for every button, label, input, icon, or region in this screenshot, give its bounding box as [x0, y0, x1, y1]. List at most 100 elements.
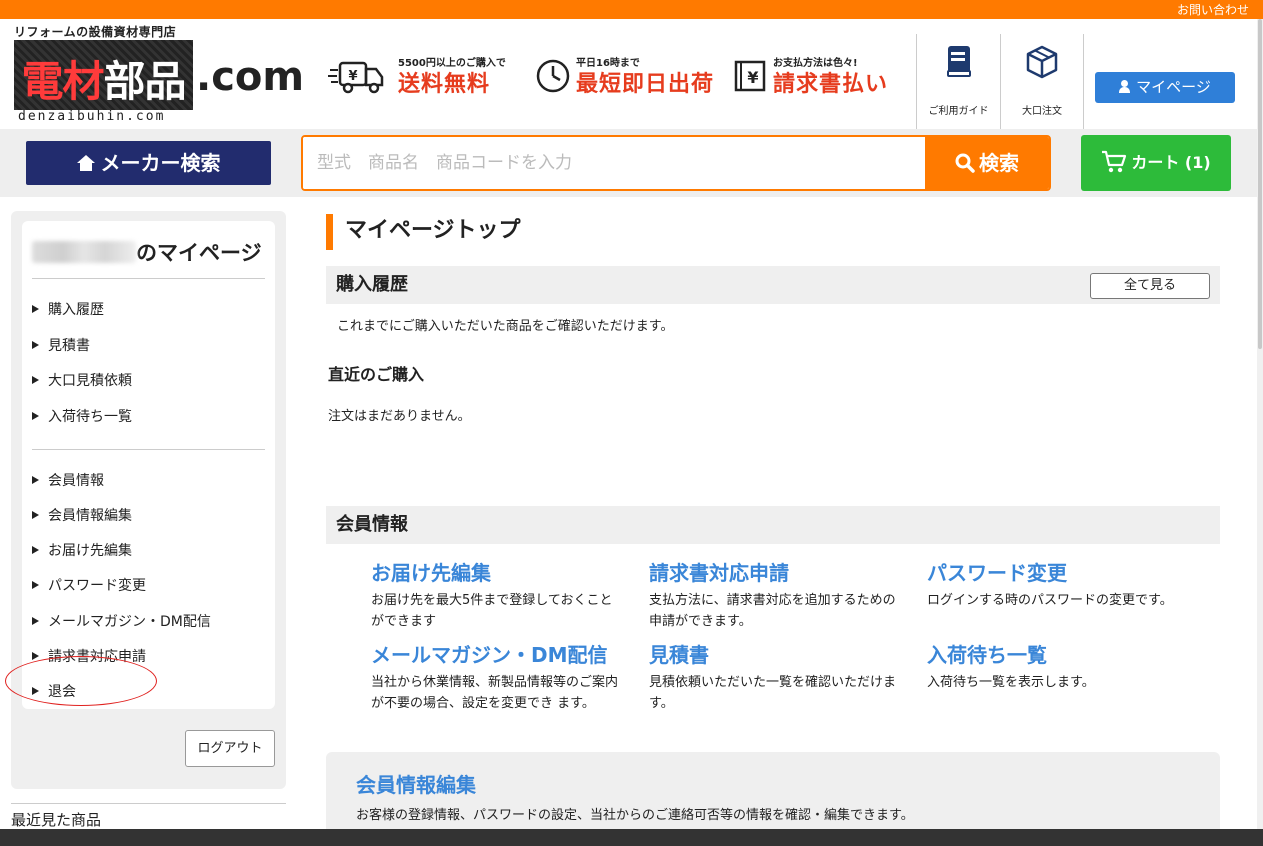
sidebar-item-password[interactable]: パスワード変更: [32, 575, 262, 597]
clock-icon: [536, 59, 570, 93]
divider: [32, 449, 265, 450]
scrollbar-thumb[interactable]: [1258, 19, 1262, 349]
search-box: 検索: [301, 135, 1051, 191]
member-edit-link[interactable]: 会員情報編集: [356, 769, 476, 798]
card-title-link[interactable]: お届け先編集: [371, 560, 621, 586]
footer-bar: [0, 829, 1263, 846]
member-info-heading: 会員情報: [336, 514, 408, 535]
sidebar-item-purchase-history[interactable]: 購入履歴: [32, 299, 262, 321]
annotation-circle: [5, 656, 157, 706]
cart-icon: [1102, 150, 1127, 173]
invoice-yen-icon: ¥: [734, 60, 766, 92]
scrollbar[interactable]: [1257, 19, 1263, 829]
search-icon: [955, 153, 975, 173]
card-estimates: 見積書 見積依頼いただいた一覧を確認いただけます。: [649, 642, 899, 714]
purchase-history-header: 購入履歴 全て見る: [326, 266, 1220, 304]
card-title-link[interactable]: パスワード変更: [927, 560, 1177, 586]
contact-link[interactable]: お問い合わせ: [1177, 1, 1249, 18]
card-backorder: 入荷待ち一覧 入荷待ち一覧を表示します。: [927, 642, 1177, 693]
recent-purchase-heading: 直近のご購入: [328, 365, 425, 384]
cart-label: カート (1): [1131, 153, 1211, 172]
sidebar-item-backorder-list[interactable]: 入荷待ち一覧: [32, 406, 262, 428]
sidebar-item-mail-magazine[interactable]: メールマガジン・DM配信: [32, 611, 262, 633]
card-title-link[interactable]: メールマガジン・DM配信: [371, 642, 621, 668]
mypage-button[interactable]: マイページ: [1095, 72, 1235, 103]
feature-big-text: 請求書払い: [773, 72, 889, 97]
logo-text-red: 電材: [21, 57, 104, 106]
card-password: パスワード変更 ログインする時のパスワードの変更です。: [927, 560, 1177, 611]
triangle-right-icon: [32, 305, 39, 313]
feature-same-day: 平日16時まで 最短即日出荷: [535, 52, 725, 102]
card-title-link[interactable]: 入荷待ち一覧: [927, 642, 1177, 668]
logo-text-white: 部品: [103, 57, 187, 106]
page-title: マイページトップ: [326, 214, 521, 250]
card-invoice-request: 請求書対応申請 支払方法に、請求書対応を追加するための申請ができます。: [649, 560, 899, 632]
cart-button[interactable]: カート (1): [1081, 135, 1231, 191]
box-icon: [1026, 45, 1058, 79]
top-bar: お問い合わせ: [0, 0, 1263, 19]
card-desc: お届け先を最大5件まで登録しておくことができます: [371, 593, 613, 629]
card-desc: 見積依頼いただいた一覧を確認いただけます。: [649, 675, 897, 711]
svg-text:¥: ¥: [348, 69, 357, 84]
sidebar-item-member-info[interactable]: 会員情報: [32, 470, 262, 492]
home-icon: [76, 155, 95, 171]
triangle-right-icon: [32, 376, 39, 384]
search-button[interactable]: 検索: [925, 137, 1049, 189]
guide-link[interactable]: ご利用ガイド: [916, 34, 1000, 130]
member-edit-desc: お客様の登録情報、パスワードの設定、当社からのご連絡可否等の情報を確認・編集でき…: [356, 808, 914, 823]
triangle-right-icon: [32, 652, 39, 660]
triangle-right-icon: [32, 546, 39, 554]
feature-invoice: ¥ お支払方法は色々! 請求書払い: [733, 52, 893, 102]
user-icon: [1119, 80, 1131, 93]
book-icon: [946, 46, 971, 77]
logo-com: .com: [196, 54, 305, 100]
divider: [11, 803, 286, 804]
feature-free-shipping: ¥ 5500円以上のご購入で 送料無料: [328, 52, 528, 102]
maker-search-button[interactable]: メーカー検索: [26, 141, 271, 185]
svg-text:¥: ¥: [747, 68, 758, 87]
purchase-history-desc: これまでにご購入いただいた商品をご確認いただけます。: [337, 319, 674, 334]
recently-viewed-heading: 最近見た商品: [11, 811, 102, 829]
sidebar-menu: のマイページ 購入履歴 見積書 大口見積依頼 入荷待ち一覧 会員情報 会員情報編…: [22, 221, 275, 709]
truck-yen-icon: ¥: [328, 61, 384, 94]
card-desc: 入荷待ち一覧を表示します。: [927, 675, 1095, 690]
search-bar-row: メーカー検索 検索 カート (1): [0, 129, 1263, 197]
card-title-link[interactable]: 見積書: [649, 642, 899, 668]
feature-big-text: 送料無料: [398, 72, 491, 97]
card-desc: 当社から休業情報、新製品情報等のご案内が不要の場合、設定を変更でき ます。: [371, 675, 619, 711]
triangle-right-icon: [32, 511, 39, 519]
maker-search-label: メーカー検索: [100, 151, 221, 175]
sidebar-item-bulk-estimate[interactable]: 大口見積依頼: [32, 370, 262, 392]
purchase-history-heading: 購入履歴: [336, 274, 408, 295]
bulk-order-label: 大口注文: [1022, 106, 1062, 117]
sidebar-item-estimates[interactable]: 見積書: [32, 335, 262, 357]
logo[interactable]: 電材部品: [14, 40, 193, 110]
triangle-right-icon: [32, 412, 39, 420]
see-all-button[interactable]: 全て見る: [1090, 273, 1210, 299]
blurred-user-name: [32, 241, 136, 263]
triangle-right-icon: [32, 341, 39, 349]
card-desc: 支払方法に、請求書対応を追加するための申請ができます。: [649, 593, 896, 629]
guide-label: ご利用ガイド: [928, 106, 989, 117]
search-button-label: 検索: [979, 151, 1019, 175]
site-header: リフォームの設備資材専門店 電材部品 .com denzaibuhin.com …: [0, 19, 1263, 130]
feature-big-text: 最短即日出荷: [576, 72, 715, 97]
triangle-right-icon: [32, 617, 39, 625]
triangle-right-icon: [32, 581, 39, 589]
card-mail-magazine: メールマガジン・DM配信 当社から休業情報、新製品情報等のご案内が不要の場合、設…: [371, 642, 621, 714]
sidebar-item-member-edit[interactable]: 会員情報編集: [32, 505, 262, 527]
logout-button[interactable]: ログアウト: [185, 730, 275, 767]
member-info-header: 会員情報: [326, 506, 1220, 544]
triangle-right-icon: [32, 476, 39, 484]
sidebar-item-delivery-edit[interactable]: お届け先編集: [32, 540, 262, 562]
bulk-order-link[interactable]: 大口注文: [1000, 34, 1084, 130]
card-delivery-edit: お届け先編集 お届け先を最大5件まで登録しておくことができます: [371, 560, 621, 632]
mypage-label: マイページ: [1136, 78, 1211, 96]
card-desc: ログインする時のパスワードの変更です。: [927, 593, 1173, 608]
card-title-link[interactable]: 請求書対応申請: [649, 560, 899, 586]
sidebar-title: のマイページ: [32, 237, 262, 267]
logo-tagline: リフォームの設備資材専門店: [14, 25, 177, 39]
logo-sub: denzaibuhin.com: [18, 109, 166, 124]
divider: [32, 278, 265, 279]
search-input[interactable]: [303, 137, 925, 189]
